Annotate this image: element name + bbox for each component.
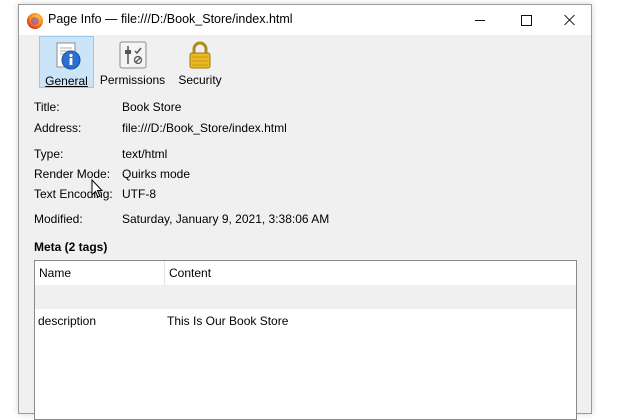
close-button[interactable] <box>547 5 593 35</box>
info-icon <box>56 42 80 70</box>
close-icon <box>564 14 576 26</box>
tab-toolbar: General Permissions Security <box>19 35 591 89</box>
permissions-icon <box>119 41 146 69</box>
meta-table[interactable]: Name Content description This Is Our Boo… <box>34 260 577 420</box>
tab-security[interactable]: Security <box>175 36 225 88</box>
tab-permissions[interactable]: Permissions <box>99 36 166 88</box>
type-value[interactable]: text/html <box>122 147 167 161</box>
maximize-button[interactable] <box>503 5 549 35</box>
modified-label: Modified: <box>34 212 83 226</box>
mouse-pointer-icon <box>91 179 104 198</box>
meta-content-cell: This Is Our Book Store <box>167 314 289 328</box>
type-label: Type: <box>34 147 64 161</box>
column-header-content[interactable]: Content <box>169 266 211 280</box>
meta-table-header: Name Content <box>35 261 576 286</box>
meta-name-cell: description <box>38 314 97 328</box>
tab-permissions-label: Permissions <box>99 73 166 87</box>
table-row[interactable] <box>35 285 576 309</box>
meta-heading: Meta (2 tags) <box>34 240 108 254</box>
tab-security-label: Security <box>178 73 222 87</box>
column-divider[interactable] <box>164 261 165 285</box>
text-encoding-value[interactable]: UTF-8 <box>122 187 156 201</box>
firefox-icon <box>27 13 43 29</box>
tab-general-label: General <box>45 74 88 88</box>
address-value[interactable]: file:///D:/Book_Store/index.html <box>122 121 287 135</box>
title-label: Title: <box>34 100 60 114</box>
address-label: Address: <box>34 121 82 135</box>
window-title: Page Info — file:///D:/Book_Store/index.… <box>48 12 293 26</box>
minimize-button[interactable] <box>457 5 503 35</box>
column-header-name[interactable]: Name <box>39 266 71 280</box>
lock-icon <box>189 41 211 69</box>
maximize-icon <box>520 14 532 26</box>
page-info-window: Page Info — file:///D:/Book_Store/index.… <box>18 4 592 420</box>
tab-general[interactable]: General <box>39 36 94 88</box>
modified-value[interactable]: Saturday, January 9, 2021, 3:38:06 AM <box>122 212 329 226</box>
title-value[interactable]: Book Store <box>122 100 181 114</box>
render-mode-value[interactable]: Quirks mode <box>122 167 190 181</box>
minimize-icon <box>475 19 485 21</box>
title-bar: Page Info — file:///D:/Book_Store/index.… <box>19 5 591 35</box>
table-row[interactable]: description This Is Our Book Store <box>35 309 576 333</box>
